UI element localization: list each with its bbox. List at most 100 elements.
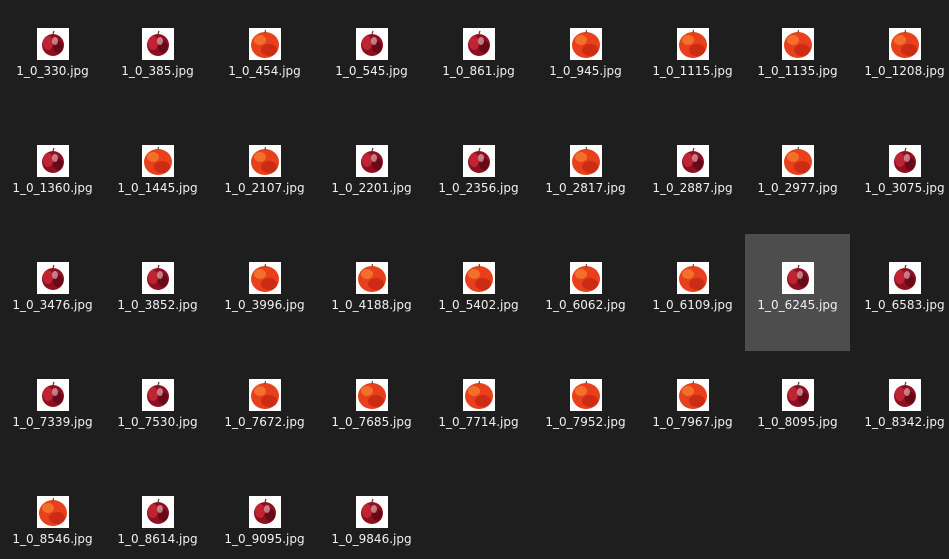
file-item[interactable]: 1_0_2887.jpg: [640, 117, 745, 234]
image-thumbnail-icon: [889, 145, 921, 177]
file-item[interactable]: 1_0_2817.jpg: [533, 117, 638, 234]
file-name-label: 1_0_7530.jpg: [117, 415, 198, 429]
image-thumbnail-icon: [37, 28, 69, 60]
file-item[interactable]: 1_0_7714.jpg: [426, 351, 531, 468]
file-name-label: 1_0_330.jpg: [16, 64, 89, 78]
file-name-label: 1_0_7714.jpg: [438, 415, 519, 429]
file-name-label: 1_0_2887.jpg: [652, 181, 733, 195]
file-item[interactable]: 1_0_2107.jpg: [212, 117, 317, 234]
file-item[interactable]: 1_0_545.jpg: [319, 0, 424, 117]
file-name-label: 1_0_5402.jpg: [438, 298, 519, 312]
file-grid: 1_0_330.jpg 1_0_385.jpg 1_0_454.jpg 1_0_545…: [0, 0, 949, 559]
image-thumbnail-icon: [677, 262, 709, 294]
file-name-label: 1_0_3075.jpg: [864, 181, 945, 195]
image-thumbnail-icon: [889, 28, 921, 60]
file-item[interactable]: 1_0_6062.jpg: [533, 234, 638, 351]
file-item[interactable]: 1_0_454.jpg: [212, 0, 317, 117]
file-item[interactable]: 1_0_945.jpg: [533, 0, 638, 117]
file-name-label: 1_0_8095.jpg: [757, 415, 838, 429]
image-thumbnail-icon: [570, 28, 602, 60]
image-thumbnail-icon: [677, 379, 709, 411]
file-item[interactable]: 1_0_6109.jpg: [640, 234, 745, 351]
file-item[interactable]: 1_0_8614.jpg: [105, 468, 210, 559]
image-thumbnail-icon: [142, 262, 174, 294]
image-thumbnail-icon: [249, 496, 281, 528]
image-thumbnail-icon: [782, 262, 814, 294]
file-name-label: 1_0_6109.jpg: [652, 298, 733, 312]
image-thumbnail-icon: [677, 28, 709, 60]
image-thumbnail-icon: [463, 28, 495, 60]
file-item[interactable]: 1_0_1445.jpg: [105, 117, 210, 234]
file-item[interactable]: 1_0_3852.jpg: [105, 234, 210, 351]
file-item[interactable]: 1_0_861.jpg: [426, 0, 531, 117]
file-name-label: 1_0_7339.jpg: [12, 415, 93, 429]
file-name-label: 1_0_545.jpg: [335, 64, 408, 78]
image-thumbnail-icon: [249, 379, 281, 411]
file-item[interactable]: 1_0_8095.jpg: [745, 351, 850, 468]
image-thumbnail-icon: [570, 145, 602, 177]
file-name-label: 1_0_8614.jpg: [117, 532, 198, 546]
file-item[interactable]: 1_0_5402.jpg: [426, 234, 531, 351]
file-name-label: 1_0_8342.jpg: [864, 415, 945, 429]
image-thumbnail-icon: [356, 145, 388, 177]
file-item[interactable]: 1_0_2356.jpg: [426, 117, 531, 234]
file-item[interactable]: 1_0_6583.jpg: [852, 234, 949, 351]
file-item[interactable]: 1_0_330.jpg: [0, 0, 105, 117]
file-item[interactable]: 1_0_3075.jpg: [852, 117, 949, 234]
file-item[interactable]: 1_0_9846.jpg: [319, 468, 424, 559]
file-item[interactable]: 1_0_4188.jpg: [319, 234, 424, 351]
image-thumbnail-icon: [570, 379, 602, 411]
image-thumbnail-icon: [142, 379, 174, 411]
file-name-label: 1_0_1115.jpg: [652, 64, 733, 78]
file-item[interactable]: 1_0_7339.jpg: [0, 351, 105, 468]
image-thumbnail-icon: [889, 379, 921, 411]
file-name-label: 1_0_9095.jpg: [224, 532, 305, 546]
file-item[interactable]: 1_0_2201.jpg: [319, 117, 424, 234]
file-name-label: 1_0_454.jpg: [228, 64, 301, 78]
file-item[interactable]: 1_0_7952.jpg: [533, 351, 638, 468]
file-name-label: 1_0_9846.jpg: [331, 532, 412, 546]
file-item[interactable]: 1_0_2977.jpg: [745, 117, 850, 234]
file-name-label: 1_0_8546.jpg: [12, 532, 93, 546]
file-name-label: 1_0_2817.jpg: [545, 181, 626, 195]
file-name-label: 1_0_385.jpg: [121, 64, 194, 78]
file-name-label: 1_0_3996.jpg: [224, 298, 305, 312]
image-thumbnail-icon: [463, 262, 495, 294]
file-name-label: 1_0_6062.jpg: [545, 298, 626, 312]
file-item[interactable]: 1_0_7672.jpg: [212, 351, 317, 468]
file-name-label: 1_0_7672.jpg: [224, 415, 305, 429]
file-name-label: 1_0_2201.jpg: [331, 181, 412, 195]
image-thumbnail-icon: [37, 379, 69, 411]
file-item[interactable]: 1_0_1115.jpg: [640, 0, 745, 117]
file-item[interactable]: 1_0_385.jpg: [105, 0, 210, 117]
file-item[interactable]: 1_0_7685.jpg: [319, 351, 424, 468]
file-item[interactable]: 1_0_8342.jpg: [852, 351, 949, 468]
file-name-label: 1_0_2107.jpg: [224, 181, 305, 195]
image-thumbnail-icon: [249, 28, 281, 60]
file-item[interactable]: 1_0_1208.jpg: [852, 0, 949, 117]
image-thumbnail-icon: [889, 262, 921, 294]
image-thumbnail-icon: [37, 262, 69, 294]
image-thumbnail-icon: [356, 496, 388, 528]
file-name-label: 1_0_6583.jpg: [864, 298, 945, 312]
file-item[interactable]: 1_0_6245.jpg: [745, 234, 850, 351]
file-name-label: 1_0_6245.jpg: [757, 298, 838, 312]
file-item[interactable]: 1_0_1360.jpg: [0, 117, 105, 234]
image-thumbnail-icon: [142, 496, 174, 528]
file-item[interactable]: 1_0_7967.jpg: [640, 351, 745, 468]
file-item[interactable]: 1_0_7530.jpg: [105, 351, 210, 468]
image-thumbnail-icon: [37, 496, 69, 528]
file-item[interactable]: 1_0_3476.jpg: [0, 234, 105, 351]
file-item[interactable]: 1_0_9095.jpg: [212, 468, 317, 559]
file-name-label: 1_0_3476.jpg: [12, 298, 93, 312]
file-item[interactable]: 1_0_8546.jpg: [0, 468, 105, 559]
file-name-label: 1_0_1445.jpg: [117, 181, 198, 195]
file-item[interactable]: 1_0_3996.jpg: [212, 234, 317, 351]
file-name-label: 1_0_3852.jpg: [117, 298, 198, 312]
image-thumbnail-icon: [249, 145, 281, 177]
image-thumbnail-icon: [677, 145, 709, 177]
file-item[interactable]: 1_0_1135.jpg: [745, 0, 850, 117]
file-name-label: 1_0_2977.jpg: [757, 181, 838, 195]
file-name-label: 1_0_7685.jpg: [331, 415, 412, 429]
image-thumbnail-icon: [782, 28, 814, 60]
